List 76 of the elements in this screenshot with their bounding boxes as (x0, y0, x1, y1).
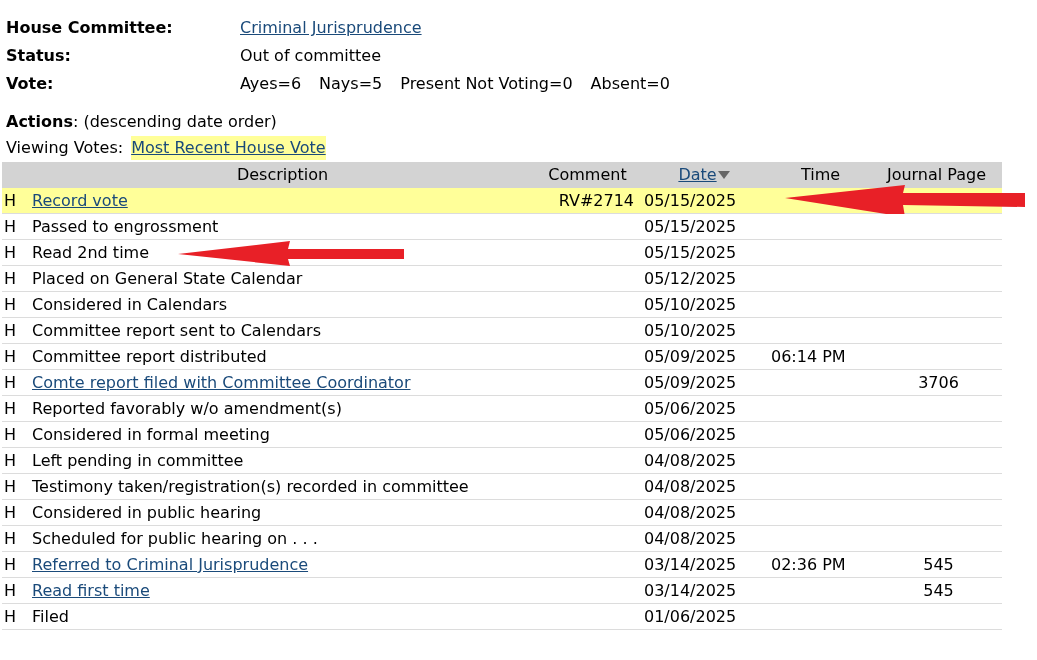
time-cell: 02:36 PM (771, 554, 846, 574)
description-cell: Read 2nd time (32, 242, 149, 262)
chamber-cell-text: H (3, 423, 18, 446)
chamber-cell-text: H (3, 527, 18, 550)
date-cell: 05/06/2025 (644, 398, 737, 418)
description-cell: Filed (32, 606, 69, 626)
column-header: Time (800, 164, 841, 186)
field-label: Status: (6, 45, 72, 67)
committee-link[interactable]: Criminal Jurisprudence (240, 16, 422, 40)
description-cell: Placed on General State Calendar (32, 268, 303, 288)
actions-label: Actions (6, 111, 73, 133)
description-cell: Committee report sent to Calendars (32, 320, 321, 340)
action-link[interactable]: Record vote (32, 190, 128, 210)
chamber-cell-text: H (3, 475, 18, 498)
date-cell: 05/15/2025 (644, 216, 737, 236)
chamber-cell-text: H (3, 579, 18, 602)
column-header[interactable]: Date (678, 163, 717, 187)
chamber-cell-text: H (3, 267, 18, 290)
description-cell: Committee report distributed (32, 346, 267, 366)
chamber-cell-text: H (3, 553, 18, 576)
date-cell: 05/10/2025 (644, 294, 737, 314)
chamber-cell-text: H (3, 371, 18, 394)
chamber-cell-text: H (3, 215, 18, 238)
vote-count: Present Not Voting=0 (400, 73, 573, 95)
description-cell: Testimony taken/registration(s) recorded in committee (32, 476, 469, 496)
journal-page-cell-text: 545 (923, 553, 954, 576)
column-header: Comment (548, 164, 627, 186)
description-cell: Left pending in committee (32, 450, 244, 470)
journal-page-cell-text: 3706 (918, 371, 959, 394)
action-link[interactable]: Referred to Criminal Jurisprudence (32, 554, 309, 574)
column-header: Description (236, 164, 329, 186)
chamber-cell-text: H (3, 605, 18, 628)
chamber-cell-text: H (3, 319, 18, 342)
date-cell: 05/10/2025 (644, 320, 737, 340)
description-cell: Scheduled for public hearing on . . . (32, 528, 318, 548)
date-cell: 05/15/2025 (644, 190, 737, 210)
date-cell: 04/08/2025 (644, 476, 737, 496)
sort-descending-icon (717, 171, 730, 179)
comment-cell-text: RV#2714 (558, 189, 634, 212)
date-cell: 03/14/2025 (644, 580, 737, 600)
action-link[interactable]: Comte report filed with Committee Coordinator (32, 372, 411, 392)
actions-note: : (descending date order) (72, 111, 277, 133)
field-value: Out of committee (240, 45, 382, 67)
chamber-cell-text: H (3, 189, 18, 212)
chamber-cell-text: H (3, 501, 18, 524)
chamber-cell-text: H (3, 293, 18, 316)
field-label: Vote: (6, 73, 55, 95)
date-cell: 05/06/2025 (644, 424, 737, 444)
chamber-cell-text: H (3, 449, 18, 472)
date-cell: 03/14/2025 (644, 554, 737, 574)
chamber-cell-text: H (3, 397, 18, 420)
vote-count: Absent=0 (590, 73, 670, 95)
date-cell: 04/08/2025 (644, 450, 737, 470)
vote-count: Nays=5 (319, 73, 383, 95)
description-cell: Reported favorably w/o amendment(s) (32, 398, 342, 418)
chamber-cell-text: H (3, 345, 18, 368)
description-cell: Considered in public hearing (32, 502, 262, 522)
description-cell: Considered in Calendars (32, 294, 228, 314)
time-cell: 06:14 PM (771, 346, 846, 366)
chamber-cell-text: H (3, 241, 18, 264)
vote-count: Ayes=6 (240, 73, 302, 95)
date-cell: 05/15/2025 (644, 242, 737, 262)
journal-page-cell-text: 545 (923, 579, 954, 602)
field-label: House Committee: (6, 17, 174, 39)
date-cell: 05/09/2025 (644, 346, 737, 366)
date-cell: 04/08/2025 (644, 502, 737, 522)
date-cell: 04/08/2025 (644, 528, 737, 548)
viewing-votes-label: Viewing Votes: (6, 137, 124, 159)
date-cell: 05/12/2025 (644, 268, 737, 288)
date-cell: 05/09/2025 (644, 372, 737, 392)
description-cell: Considered in formal meeting (32, 424, 270, 444)
action-link[interactable]: Read first time (32, 580, 150, 600)
description-cell: Passed to engrossment (32, 216, 219, 236)
column-header: Journal Page (886, 164, 987, 186)
date-cell: 01/06/2025 (644, 606, 737, 626)
vote-link[interactable]: Most Recent House Vote (131, 136, 326, 160)
